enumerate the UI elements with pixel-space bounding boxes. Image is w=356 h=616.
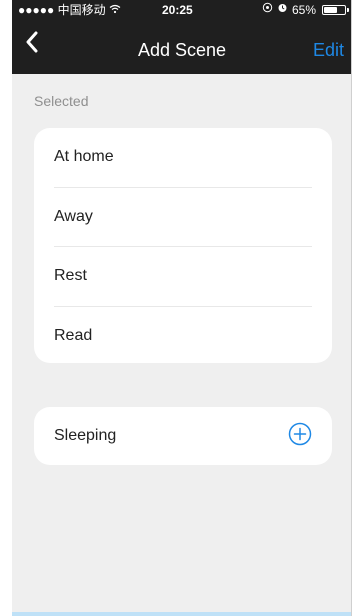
top-bar: ●●●●● 中国移动 20:25 65% Add Scene Edit bbox=[12, 0, 352, 74]
navigation-bar: Add Scene Edit bbox=[12, 20, 352, 74]
carrier-area: ●●●●● 中国移动 bbox=[18, 0, 121, 21]
battery-fill bbox=[324, 7, 337, 13]
scene-row-at-home[interactable]: At home bbox=[54, 128, 312, 188]
battery-icon bbox=[322, 5, 349, 15]
add-circle-icon bbox=[288, 422, 312, 451]
alarm-icon bbox=[277, 0, 288, 20]
scene-row-read[interactable]: Read bbox=[54, 307, 312, 364]
available-scene-label: Sleeping bbox=[54, 427, 117, 444]
wifi-icon bbox=[109, 4, 121, 17]
status-indicators: 65% bbox=[262, 0, 349, 20]
battery-percent: 65% bbox=[291, 3, 316, 17]
available-scene-sleeping[interactable]: Sleeping bbox=[34, 407, 332, 465]
phone-screen: ●●●●● 中国移动 20:25 65% Add Scene Edit Sele… bbox=[12, 0, 352, 616]
bottom-highlight-strip bbox=[12, 612, 352, 616]
selected-section-label: Selected bbox=[34, 93, 89, 109]
page-title: Add Scene bbox=[137, 40, 227, 60]
status-bar: ●●●●● 中国移动 20:25 65% bbox=[12, 0, 352, 20]
battery-tip bbox=[347, 8, 349, 12]
edit-button[interactable]: Edit bbox=[313, 40, 344, 60]
selected-scenes-card: At home Away Rest Read bbox=[34, 128, 332, 363]
add-scene-button[interactable] bbox=[288, 422, 312, 451]
location-icon bbox=[262, 0, 273, 20]
scene-row-rest[interactable]: Rest bbox=[54, 247, 312, 307]
status-time: 20:25 bbox=[162, 3, 193, 17]
carrier-text: ●●●●● 中国移动 bbox=[18, 3, 109, 17]
scene-row-away[interactable]: Away bbox=[54, 188, 312, 247]
